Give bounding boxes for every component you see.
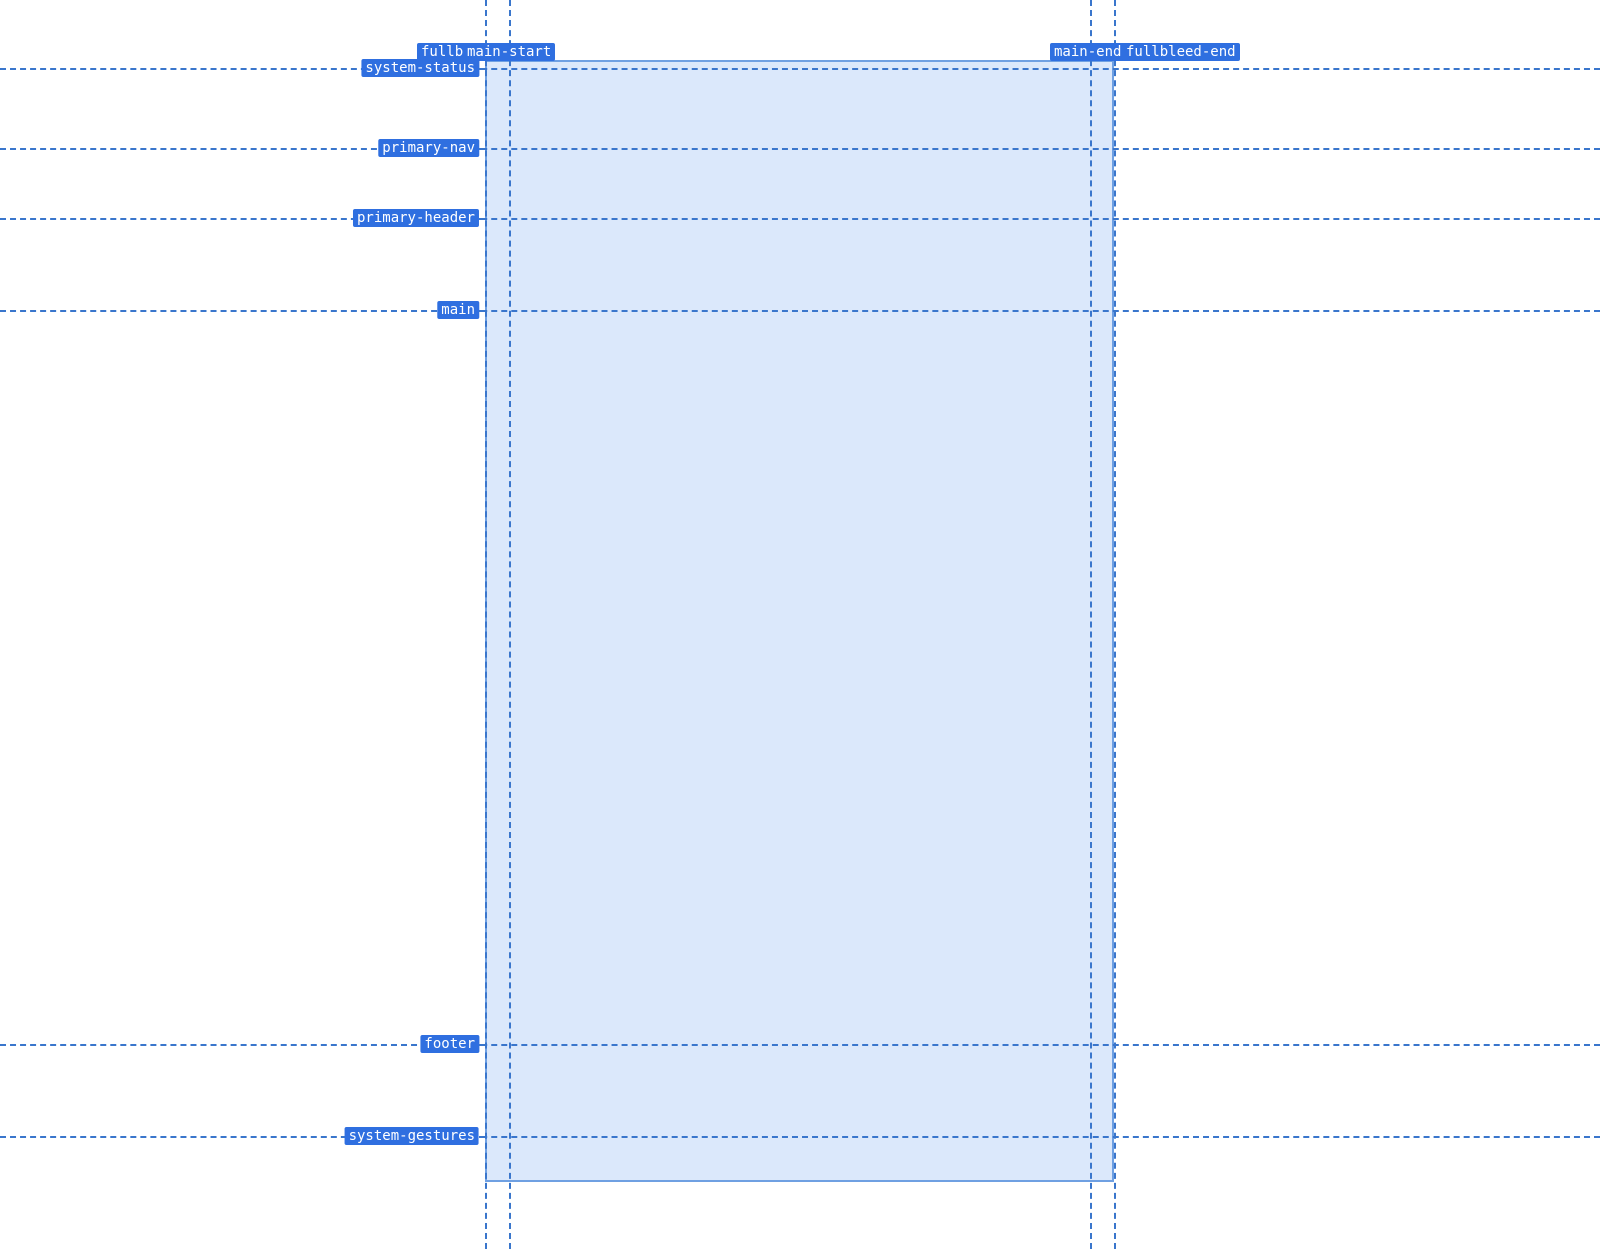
column-line-fullbleed-start [485, 0, 487, 1249]
column-line-main-start [509, 0, 511, 1249]
row-line-primary-nav [0, 148, 1600, 150]
row-label-footer: footer [420, 1035, 479, 1053]
tick [479, 148, 485, 150]
row-line-system-status [0, 68, 1600, 70]
row-label-system-gestures: system-gestures [345, 1127, 479, 1145]
tick [479, 310, 485, 312]
tick [479, 218, 485, 220]
tick [479, 1044, 485, 1046]
row-label-system-status: system-status [361, 59, 479, 77]
tick [479, 1136, 485, 1138]
column-line-fullbleed-end [1114, 0, 1116, 1249]
row-line-system-gestures [0, 1136, 1600, 1138]
row-label-primary-nav: primary-nav [378, 139, 479, 157]
column-label-fullbleed-end: fullbleed-end [1122, 43, 1240, 61]
row-line-main [0, 310, 1600, 312]
grid-diagram: fullbleed-start main-start main-end full… [0, 0, 1600, 1249]
column-label-main-end: main-end [1050, 43, 1125, 61]
tick [479, 68, 485, 70]
column-line-main-end [1090, 0, 1092, 1249]
grid-cell-highlight [485, 60, 1114, 1182]
row-label-main: main [437, 301, 479, 319]
row-line-footer [0, 1044, 1600, 1046]
row-line-primary-header [0, 218, 1600, 220]
row-label-primary-header: primary-header [353, 209, 479, 227]
